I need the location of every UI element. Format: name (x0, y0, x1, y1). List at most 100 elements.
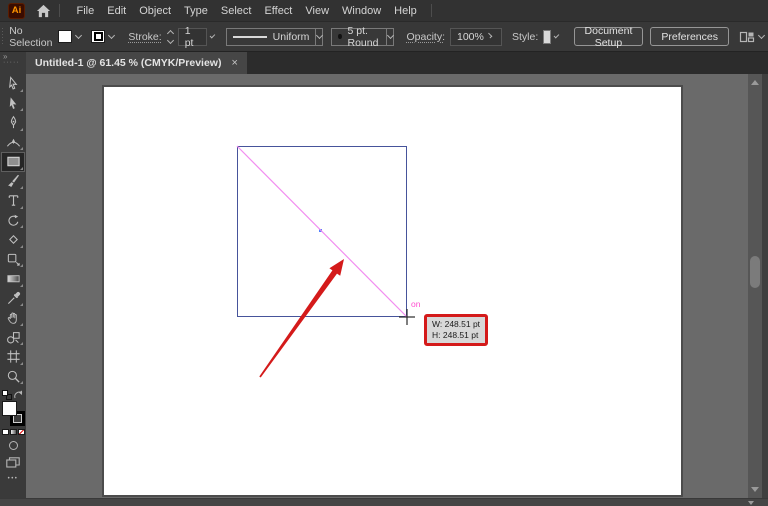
menu-item-edit[interactable]: Edit (101, 5, 133, 17)
tool-flyout-indicator (20, 381, 23, 384)
stroke-panel-link[interactable]: Stroke: (128, 31, 161, 43)
menu-end-divider (431, 4, 432, 17)
chevron-down-icon[interactable] (210, 33, 215, 38)
stroke-color-control[interactable] (91, 30, 118, 43)
tool-rotate[interactable] (1, 211, 25, 231)
chevron-down-icon[interactable] (75, 32, 82, 39)
menu-item-object[interactable]: Object (133, 5, 178, 17)
fill-swatch[interactable] (58, 30, 72, 43)
tool-flyout-indicator (20, 284, 23, 287)
width-profile-dropdown[interactable]: Uniform (226, 28, 317, 46)
width-profile-value: Uniform (273, 31, 310, 43)
gradient-button[interactable] (10, 429, 17, 435)
tool-shape-builder[interactable] (1, 328, 25, 348)
tool-flyout-indicator (20, 245, 23, 248)
tool-transform[interactable] (1, 250, 25, 270)
tool-selection[interactable] (1, 74, 25, 94)
paintbrush-tool-icon (6, 174, 21, 189)
canvas-area[interactable]: on W: 248.51 pt H: 248.51 pt (26, 74, 768, 498)
opacity-panel-link[interactable]: Opacity: (406, 31, 445, 43)
arrange-documents-control[interactable] (739, 30, 768, 44)
horizontal-scrollbar[interactable] (0, 498, 768, 506)
menu-item-help[interactable]: Help (388, 5, 424, 17)
home-button[interactable] (36, 4, 51, 18)
tool-type[interactable] (1, 191, 25, 211)
brush-definition-dropdown[interactable]: 5 pt. Round (331, 28, 387, 46)
stroke-weight-stepper[interactable] (168, 31, 173, 43)
stepper-up-icon[interactable] (167, 29, 174, 36)
gradient-tool-icon (6, 271, 21, 286)
style-swatch[interactable] (543, 30, 551, 44)
mini-fill-icon (2, 390, 8, 396)
document-tab-title: Untitled-1 @ 61.45 % (CMYK/Preview) (35, 57, 221, 69)
tool-hand[interactable] (1, 308, 25, 328)
chevron-down-icon[interactable] (758, 32, 765, 39)
selection-tool-icon (6, 76, 21, 91)
chevron-right-icon[interactable] (487, 33, 493, 39)
tool-pen[interactable] (1, 113, 25, 133)
panel-grip[interactable] (2, 28, 3, 46)
tool-flyout-indicator (20, 225, 23, 228)
stroke-swatch[interactable] (91, 30, 105, 43)
pen-tool-icon (6, 115, 21, 130)
tool-paintbrush[interactable] (1, 172, 25, 192)
scroll-down-icon[interactable] (751, 487, 759, 492)
menu-item-type[interactable]: Type (178, 5, 215, 17)
default-fill-stroke-button[interactable] (2, 390, 12, 400)
tool-zoom[interactable] (1, 367, 25, 387)
color-type-buttons (2, 429, 25, 435)
tool-rectangle[interactable] (1, 152, 25, 172)
swap-fill-stroke-icon[interactable] (13, 390, 24, 400)
vertical-scrollbar[interactable] (748, 74, 762, 498)
tool-artboard[interactable] (1, 347, 25, 367)
fill-stroke-proxy[interactable] (1, 401, 25, 426)
tool-gradient[interactable] (1, 269, 25, 289)
width-profile-chevron[interactable] (316, 28, 323, 46)
toolbar-color-cluster: ••• (0, 390, 26, 482)
illustrator-logo: Ai (8, 3, 25, 19)
chevron-down-icon[interactable] (108, 32, 115, 39)
tab-close-icon[interactable]: × (231, 57, 237, 69)
document-setup-button[interactable]: Document Setup (574, 27, 644, 46)
edit-toolbar-icon[interactable]: ••• (8, 476, 19, 482)
fill-color-control[interactable] (58, 30, 85, 43)
drawing-mode-button[interactable] (9, 441, 18, 450)
rectangle-tool-icon (6, 154, 21, 169)
menu-item-select[interactable]: Select (214, 5, 258, 17)
preferences-button[interactable]: Preferences (650, 27, 729, 46)
scroll-right-icon[interactable] (748, 501, 754, 505)
menu-item-effect[interactable]: Effect (258, 5, 299, 17)
tool-curvature[interactable] (1, 133, 25, 153)
tool-direct-selection[interactable] (1, 94, 25, 114)
hand-tool-icon (6, 310, 21, 325)
menu-item-view[interactable]: View (299, 5, 336, 17)
tool-flyout-indicator (20, 323, 23, 326)
menu-item-window[interactable]: Window (336, 5, 388, 17)
tool-flyout-indicator (20, 167, 23, 170)
chevron-down-icon[interactable] (554, 33, 559, 38)
brush-chevron[interactable] (387, 28, 394, 46)
tooltip-height-value: H: 248.51 pt (432, 330, 480, 341)
zoom-tool-icon (6, 369, 21, 384)
drawn-rectangle[interactable] (237, 146, 407, 317)
scroll-up-icon[interactable] (751, 80, 759, 85)
fill-proxy-swatch[interactable] (2, 401, 17, 416)
tool-flyout-indicator (20, 108, 23, 111)
opacity-field[interactable]: 100% (450, 28, 502, 46)
stepper-down-icon[interactable] (167, 36, 174, 43)
tool-eyedropper[interactable] (1, 289, 25, 309)
tool-eraser[interactable] (1, 230, 25, 250)
screen-mode-icon[interactable] (6, 457, 20, 468)
vertical-scroll-thumb[interactable] (750, 256, 760, 288)
menu-item-file[interactable]: File (70, 5, 101, 17)
chevron-down-icon (316, 32, 323, 39)
document-tab[interactable]: Untitled-1 @ 61.45 % (CMYK/Preview) × (26, 52, 247, 74)
stroke-weight-value: 1 pt (185, 25, 200, 49)
stroke-weight-field[interactable]: 1 pt (178, 28, 207, 46)
toolbar-drag-dots[interactable]: ····· (3, 60, 20, 66)
color-button[interactable] (2, 429, 9, 435)
smart-guide-on-label: on (411, 299, 420, 309)
free-transform-tool-icon (6, 252, 21, 267)
none-button[interactable] (18, 429, 25, 435)
shape-builder-tool-icon (6, 330, 21, 345)
